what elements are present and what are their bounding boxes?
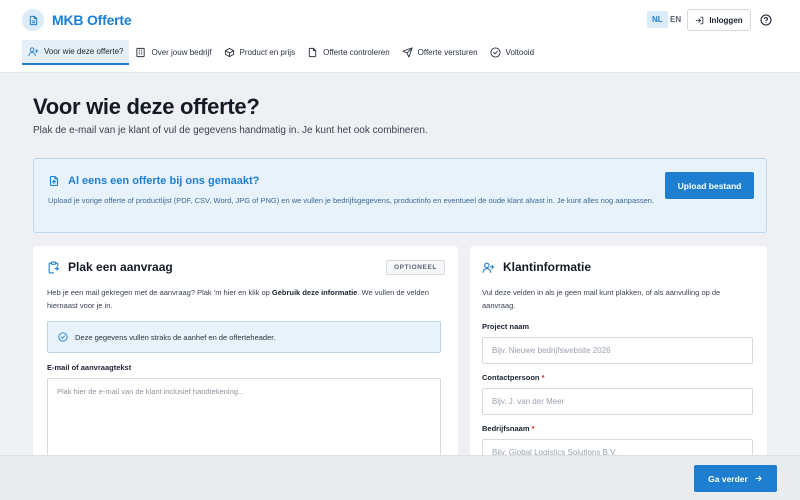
- client-card-text: Vul deze velden in als je geen mail kunt…: [482, 288, 721, 310]
- step-label: Product en prijs: [239, 48, 296, 57]
- building-icon: [136, 47, 146, 58]
- email-request-label: E-mail of aanvraagtekst: [47, 363, 132, 372]
- client-info-card: Klantinformatie Vul deze velden in als j…: [470, 246, 767, 466]
- paste-card-text: Heb je een mail gekregen met de aanvraag…: [47, 288, 429, 310]
- client-card-header: Klantinformatie: [482, 260, 591, 274]
- login-label: Inloggen: [709, 15, 743, 25]
- paste-card-header: Plak een aanvraag: [47, 260, 173, 274]
- brand[interactable]: MKB Offerte: [22, 9, 132, 31]
- upload-title: Al eens een offerte bij ons gemaakt?: [68, 175, 260, 187]
- continue-button[interactable]: Ga verder: [694, 465, 777, 492]
- send-icon: [402, 47, 413, 58]
- document-logo-icon: [22, 9, 44, 31]
- user-plus-icon: [482, 262, 495, 273]
- step-send[interactable]: Offerte versturen: [396, 40, 484, 65]
- step-navigation: Voor wie deze offerte? Over jouw bedrijf…: [22, 40, 540, 65]
- paste-request-card: Plak een aanvraag OPTIONEEL Heb je een m…: [33, 246, 458, 466]
- upload-banner: Al eens een offerte bij ons gemaakt? Upl…: [33, 158, 767, 233]
- document-check-icon: [308, 47, 317, 58]
- step-label: Voor wie deze offerte?: [44, 47, 124, 56]
- help-icon[interactable]: [760, 14, 772, 26]
- client-card-title: Klantinformatie: [503, 260, 592, 274]
- step-review[interactable]: Offerte controleren: [301, 40, 396, 65]
- contact-person-input[interactable]: Bijv. J. van der Meer: [482, 388, 753, 415]
- page-subtitle: Plak de e-mail van je klant of vul de ge…: [33, 125, 428, 136]
- paste-card-title: Plak een aanvraag: [68, 260, 173, 274]
- step-client[interactable]: Voor wie deze offerte?: [22, 40, 130, 65]
- step-label: Over jouw bedrijf: [151, 48, 212, 57]
- check-circle-icon: [58, 332, 68, 342]
- user-plus-icon: [28, 47, 39, 57]
- step-label: Offerte versturen: [417, 48, 478, 57]
- file-upload-icon: [49, 175, 59, 187]
- step-company[interactable]: Over jouw bedrijf: [129, 40, 217, 65]
- app-name: MKB Offerte: [52, 12, 132, 28]
- step-done[interactable]: Voltooid: [484, 40, 540, 65]
- optional-badge: OPTIONEEL: [386, 260, 445, 275]
- company-name-label: Bedrijfsnaam *: [482, 424, 535, 433]
- info-box: Deze gegevens vullen straks de aanhef en…: [47, 321, 441, 353]
- contact-person-label: Contactpersoon *: [482, 373, 545, 382]
- continue-label: Ga verder: [708, 473, 748, 484]
- arrow-right-icon: [755, 475, 762, 482]
- language-en-button[interactable]: EN: [665, 11, 686, 28]
- project-name-label: Project naam: [482, 322, 530, 331]
- check-circle-icon: [490, 47, 501, 58]
- package-icon: [224, 47, 234, 58]
- info-text: Deze gegevens vullen straks de aanhef en…: [75, 332, 276, 342]
- footer-bar: Ga verder: [0, 455, 800, 500]
- step-product[interactable]: Product en prijs: [218, 40, 302, 65]
- login-icon: [696, 16, 704, 24]
- project-name-input[interactable]: Bijv. Nieuwe bedrijfswebsite 2026: [482, 337, 753, 364]
- upload-file-button[interactable]: Upload bestand: [665, 172, 754, 199]
- login-button[interactable]: Inloggen: [687, 9, 751, 31]
- clipboard-icon: [48, 261, 59, 273]
- upload-description: Upload je vorige offerte of productlijst…: [48, 196, 655, 205]
- email-request-textarea[interactable]: Plak hier de e-mail van de klant inclusi…: [47, 378, 441, 466]
- step-label: Voltooid: [505, 48, 535, 57]
- page-title: Voor wie deze offerte?: [33, 94, 260, 119]
- top-navigation: MKB Offerte NL EN Inloggen Voor wie deze…: [0, 0, 800, 73]
- step-label: Offerte controleren: [323, 48, 390, 57]
